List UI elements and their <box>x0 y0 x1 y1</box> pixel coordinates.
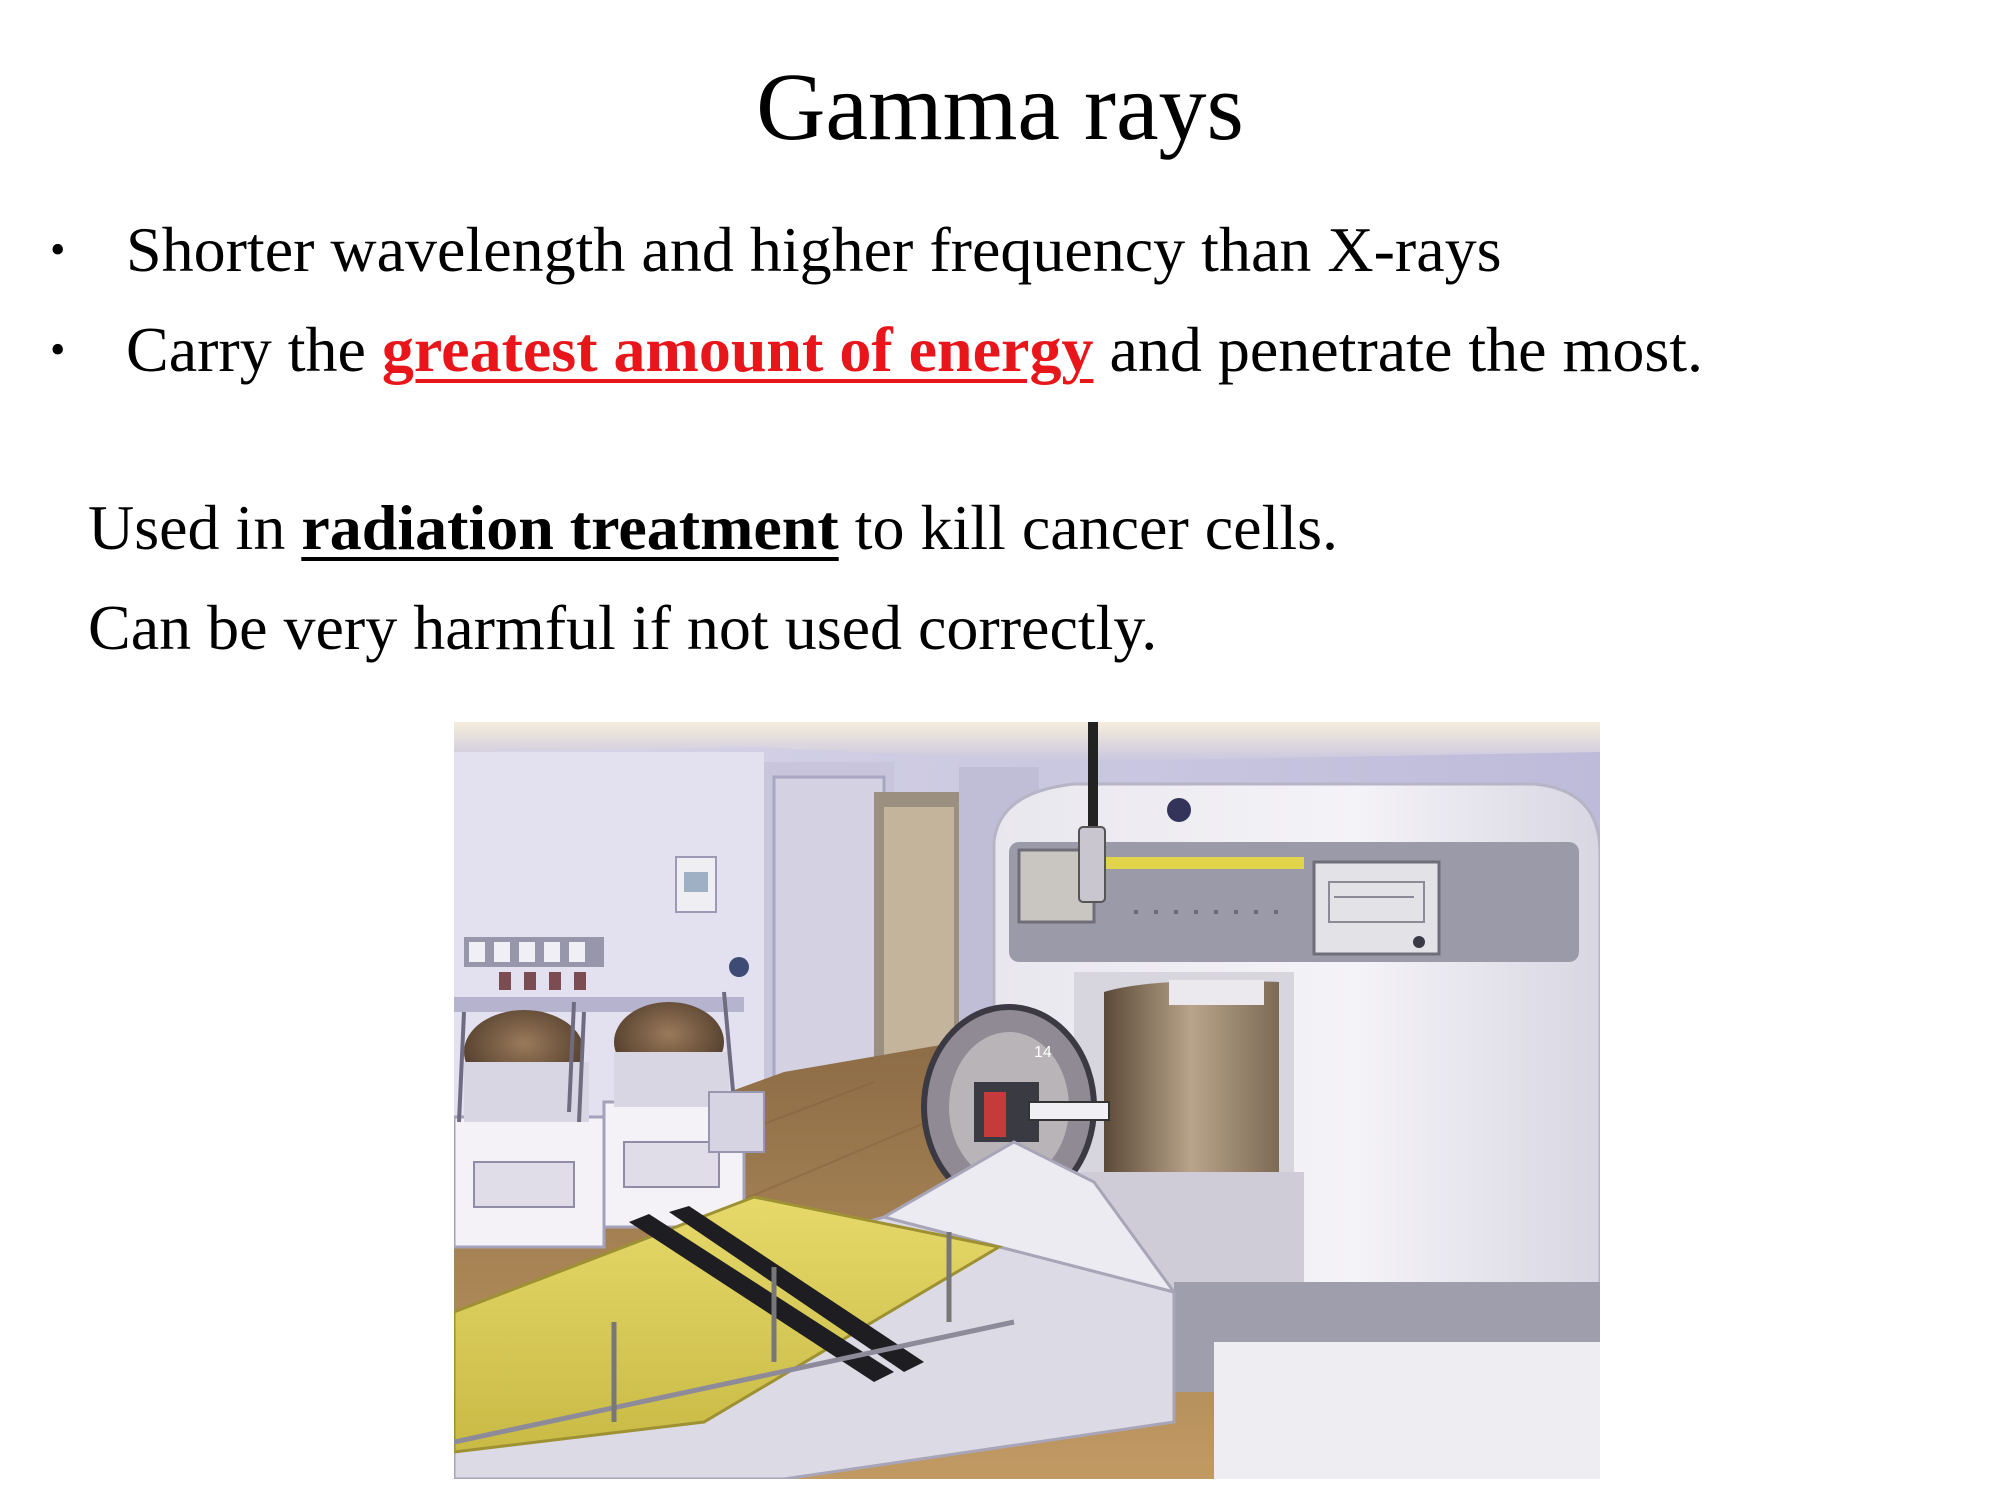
warning-line: Can be very harmful if not used correctl… <box>88 592 1158 663</box>
treatment-machine-photo: 14 <box>454 722 1600 1479</box>
usage-suffix: to kill cancer cells. <box>838 492 1339 563</box>
bullet-text: Shorter wavelength and higher frequency … <box>126 214 1502 285</box>
bullet-text: Carry the greatest amount of energy and … <box>126 300 1703 400</box>
bullet-item: • Carry the greatest amount of energy an… <box>50 300 1950 400</box>
bullet-text-suffix: and penetrate the most. <box>1093 314 1703 385</box>
bullet-dot: • <box>50 225 66 274</box>
emphasized-phrase: radiation treatment <box>301 492 839 563</box>
slide-title: Gamma rays <box>756 53 1244 160</box>
frame-number: 14 <box>1034 1044 1052 1061</box>
bullet-item: • Shorter wavelength and higher frequenc… <box>50 200 1950 300</box>
highlighted-phrase: greatest amount of energy <box>381 314 1094 385</box>
usage-line: Used in radiation treatment to kill canc… <box>88 478 1338 578</box>
bullet-list: • Shorter wavelength and higher frequenc… <box>50 200 1950 400</box>
bullet-dot: • <box>50 325 66 374</box>
bullet-text-prefix: Carry the <box>126 314 382 385</box>
usage-prefix: Used in <box>88 492 302 563</box>
